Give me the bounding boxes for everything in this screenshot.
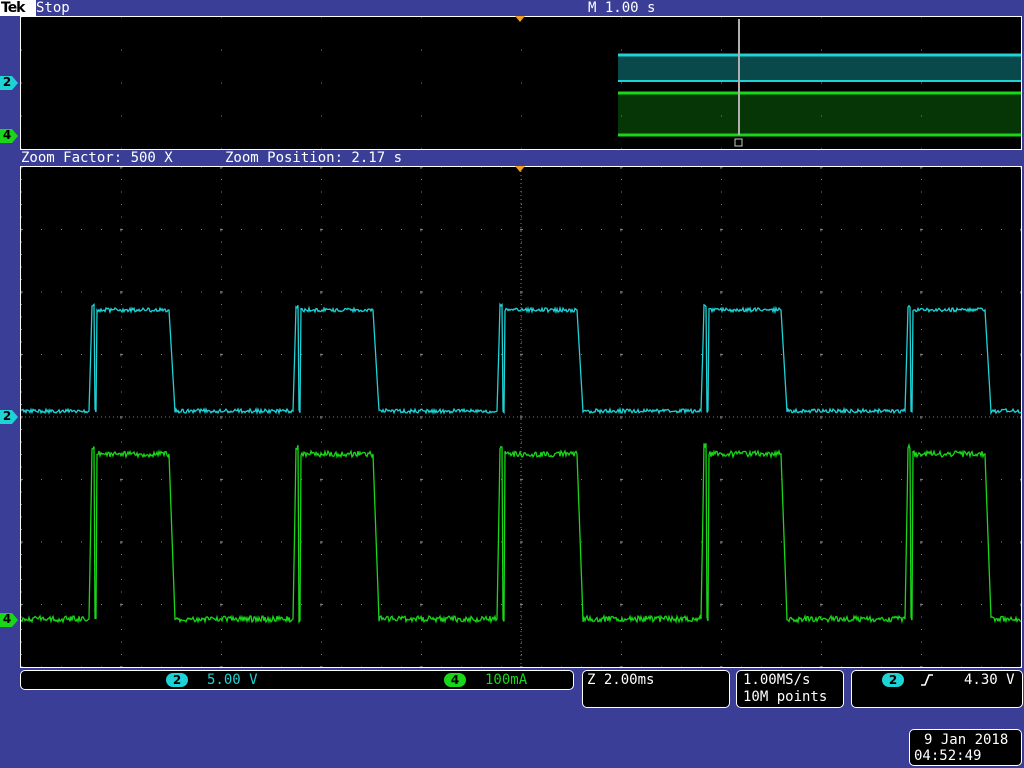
zoom-position[interactable]: Zoom Position: 2.17 s — [225, 150, 402, 166]
ch2-badge[interactable]: 2 — [166, 673, 188, 687]
trigger-level: 4.30 V — [964, 672, 1015, 688]
date: 9 Jan 2018 — [924, 732, 1008, 748]
trigger-position-marker[interactable] — [514, 16, 526, 24]
ch4-ground-marker[interactable]: 4 — [0, 612, 18, 626]
channel-scale-readout[interactable]: 2 5.00 V 4 100mA — [20, 670, 574, 690]
record-length: 10M points — [743, 689, 827, 705]
ch4-badge[interactable]: 4 — [444, 673, 466, 687]
datetime-readout: 9 Jan 2018 04:52:49 — [909, 729, 1022, 766]
main-timebase[interactable]: M 1.00 s — [588, 0, 655, 16]
overview-ch2-marker[interactable]: 2 — [0, 75, 18, 89]
run-state[interactable]: Stop — [36, 0, 70, 16]
zoom-waveform-panel[interactable] — [20, 166, 1022, 668]
zoom-trigger-position-marker[interactable] — [514, 166, 526, 174]
ch4-scale[interactable]: 100mA — [485, 672, 527, 688]
ch2-overview-band — [618, 55, 1021, 81]
brand-logo: Tek — [0, 0, 36, 16]
zoom-window-box-icon — [735, 139, 742, 146]
time: 04:52:49 — [914, 748, 981, 764]
ch4-overview-band — [618, 93, 1021, 135]
acquisition-readout[interactable]: 1.00MS/s 10M points — [736, 670, 844, 708]
ch2-zoom-trace — [21, 304, 1021, 413]
trigger-readout[interactable]: 2 4.30 V — [851, 670, 1023, 708]
rising-edge-icon — [920, 673, 934, 687]
overview-display — [21, 17, 1021, 149]
trigger-source-badge: 2 — [882, 673, 904, 687]
overview-waveform-panel[interactable] — [20, 16, 1022, 150]
zoom-timebase-readout[interactable]: Z 2.00ms — [582, 670, 730, 708]
ch2-ground-marker[interactable]: 2 — [0, 409, 18, 423]
ch2-scale[interactable]: 5.00 V — [207, 672, 258, 688]
zoom-display — [21, 167, 1021, 667]
overview-ch4-marker[interactable]: 4 — [0, 128, 18, 142]
zoom-factor[interactable]: Zoom Factor: 500 X — [21, 150, 173, 166]
zoom-scale: Z 2.00ms — [587, 672, 654, 688]
sample-rate: 1.00MS/s — [743, 672, 810, 688]
